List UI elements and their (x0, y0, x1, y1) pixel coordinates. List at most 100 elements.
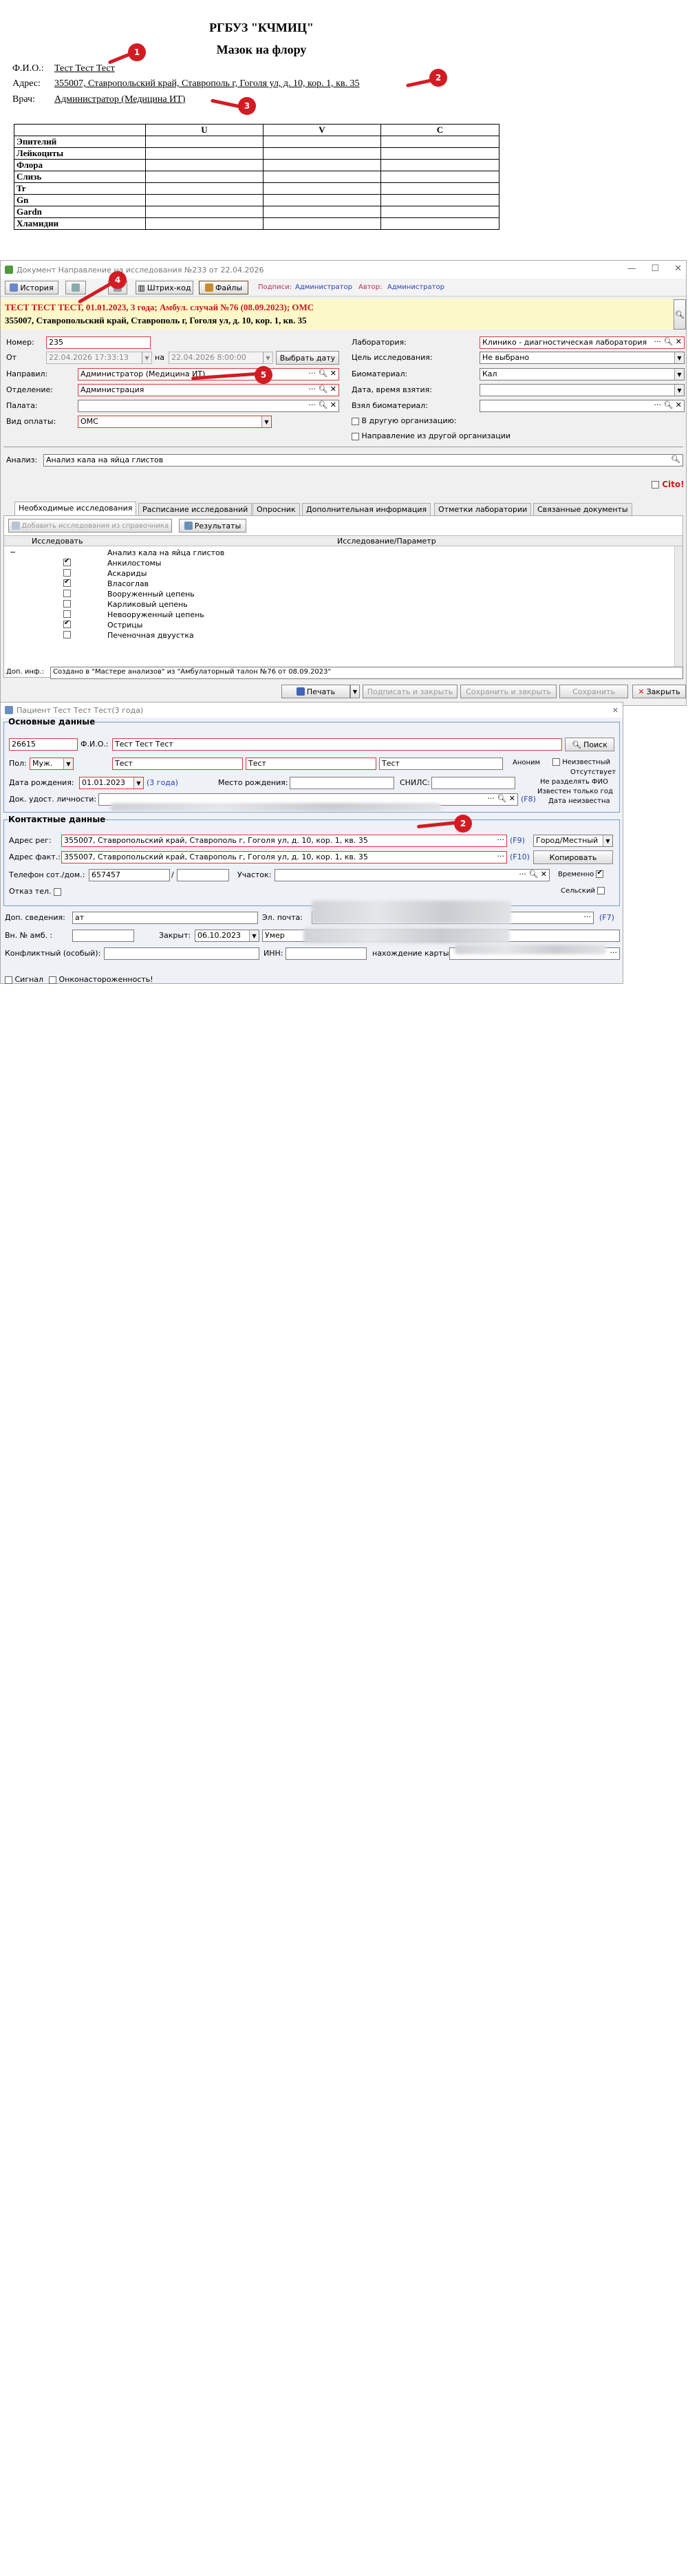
tab-schedule[interactable]: Расписание исследований (138, 503, 252, 515)
chevron-down-icon[interactable]: ▼ (674, 352, 684, 363)
inn-field[interactable] (286, 947, 367, 960)
table-row[interactable]: Власоглав (4, 578, 682, 589)
lab-field[interactable]: Клинико - диагностическая лаборатория ···… (480, 336, 685, 349)
lookup-icons[interactable]: ··· 🔍︎ ✕ (308, 369, 336, 378)
extra-field[interactable]: ат (72, 912, 258, 924)
row-checkbox[interactable] (63, 600, 71, 608)
copy-button[interactable]: Копировать (533, 850, 613, 864)
rural-checkbox[interactable]: Сельский (561, 887, 605, 895)
add-from-directory-button[interactable]: Добавить исследования из справочника (8, 519, 172, 533)
signal-checkbox[interactable]: Сигнал (5, 975, 43, 984)
files-button[interactable]: Файлы (199, 281, 248, 294)
lookup-icons[interactable]: ··· 🔍︎ ✕ (519, 870, 547, 879)
checkbox[interactable] (5, 976, 12, 984)
close-icon[interactable]: ✕ (612, 706, 619, 715)
collapse-icon[interactable]: − (10, 548, 16, 557)
table-row[interactable]: Аскариды (4, 568, 682, 579)
snils-field[interactable] (431, 777, 515, 789)
firstname-field[interactable]: Тест (246, 758, 376, 770)
lookup-icons[interactable]: ··· 🔍︎ ✕ (308, 385, 336, 394)
row-checkbox[interactable] (63, 590, 71, 597)
dept-field[interactable]: Администрация ··· 🔍︎ ✕ (78, 384, 339, 396)
row-checkbox[interactable] (63, 631, 71, 638)
unknown-checkbox[interactable]: Неизвестный (552, 758, 610, 766)
signatures-value[interactable]: Администратор (295, 283, 352, 291)
reg-address-field[interactable]: 355007, Ставропольский край, Ставрополь … (61, 835, 507, 847)
checkbox[interactable] (552, 758, 560, 766)
conflict-field[interactable] (104, 947, 259, 960)
lookup-icons[interactable]: ··· 🔍︎ ✕ (654, 337, 682, 346)
table-row[interactable]: Острицы (4, 619, 682, 630)
took-field[interactable]: ··· 🔍︎ ✕ (480, 400, 685, 412)
chevron-down-icon[interactable]: ▼ (133, 777, 143, 788)
dopinfo-field[interactable]: Создано в "Мастере анализов" из "Амбулат… (50, 667, 683, 679)
checkbox[interactable] (54, 888, 61, 896)
checkbox[interactable] (596, 869, 604, 878)
close-button[interactable]: ✕ Закрыть (632, 685, 686, 698)
more-icon[interactable]: ··· (610, 948, 618, 957)
table-row[interactable]: Невооруженный цепень (4, 610, 682, 620)
search-icon[interactable]: 🔍︎ (671, 455, 680, 464)
amb-field[interactable] (72, 930, 134, 942)
checkbox[interactable] (597, 887, 605, 894)
city-select[interactable]: Город/Местный ▼ (533, 835, 613, 847)
maximize-icon[interactable]: ☐ (651, 264, 659, 274)
other-org-checkbox[interactable]: В другую организацию: (352, 416, 456, 425)
analysis-field[interactable]: Анализ кала на яйца глистов 🔍︎ (43, 454, 683, 466)
row-checkbox[interactable] (63, 610, 71, 618)
from-other-checkbox[interactable]: Направление из другой организации (352, 431, 510, 440)
phone-field[interactable]: 657457 (89, 869, 170, 881)
chevron-down-icon[interactable]: ▼ (674, 385, 684, 396)
save-close-button[interactable]: Сохранить и закрыть (460, 685, 557, 698)
goal-select[interactable]: Не выбрано ▼ (480, 352, 685, 364)
tab-additional[interactable]: Дополнительная информация (302, 503, 431, 515)
chevron-down-icon[interactable]: ▼ (249, 930, 259, 941)
chevron-down-icon[interactable]: ▼ (63, 758, 73, 769)
history-button[interactable]: История (5, 281, 58, 294)
onco-checkbox[interactable]: Онконастороженность! (49, 975, 153, 984)
tab-questionnaire[interactable]: Опросник (252, 503, 300, 515)
lookup-icons[interactable]: ··· 🔍︎ ✕ (487, 794, 515, 803)
birth-date-field[interactable]: 01.01.2023 ▼ (79, 777, 144, 789)
checkbox[interactable] (49, 976, 56, 984)
checkbox[interactable] (352, 417, 359, 425)
barcode-button[interactable]: ▥ Штрих-код (136, 281, 193, 294)
more-icon[interactable]: ··· (584, 912, 592, 921)
birthplace-field[interactable] (290, 777, 394, 789)
checkbox[interactable] (352, 432, 359, 440)
pay-select[interactable]: ОМС ▼ (78, 416, 272, 428)
chevron-down-icon[interactable]: ▼ (674, 369, 684, 380)
fact-address-field[interactable]: 355007, Ставропольский край, Ставрополь … (61, 851, 507, 863)
chevron-down-icon[interactable]: ▼ (263, 352, 272, 363)
row-checkbox[interactable] (63, 569, 71, 577)
chevron-down-icon[interactable]: ▼ (142, 352, 151, 363)
chevron-down-icon[interactable]: ▼ (603, 835, 612, 846)
more-icon[interactable]: ··· (497, 852, 505, 861)
search-button[interactable]: 🔍︎ Поиск (565, 738, 614, 751)
row-checkbox[interactable] (63, 578, 71, 587)
more-icon[interactable]: ··· (497, 835, 505, 844)
table-row[interactable]: Анкилостомы (4, 557, 682, 568)
on-date-field[interactable]: 22.04.2026 8:00:00 ▼ (169, 352, 273, 364)
results-button[interactable]: Результаты (179, 519, 246, 533)
patient-id-field[interactable]: 26615 (9, 738, 78, 751)
tab-linked-docs[interactable]: Связанные документы (533, 503, 632, 515)
table-row[interactable]: Вооруженный цепень (4, 589, 682, 599)
temp-checkbox[interactable]: Временно (558, 869, 604, 879)
patronymic-field[interactable]: Тест (379, 758, 503, 770)
area-field[interactable]: ··· 🔍︎ ✕ (275, 869, 550, 881)
time-field[interactable]: ▼ (480, 384, 685, 396)
grid-scrollbar[interactable] (674, 546, 682, 677)
banner-search-button[interactable]: 🔍︎ (674, 299, 686, 330)
ward-field[interactable]: ··· 🔍︎ ✕ (78, 400, 339, 412)
tab-lab-marks[interactable]: Отметки лаборатории (434, 503, 532, 515)
from-date-field[interactable]: 22.04.2026 17:33:13 ▼ (46, 352, 152, 364)
print-dropdown[interactable]: ▼ (350, 685, 360, 698)
lookup-icons[interactable]: ··· 🔍︎ ✕ (308, 400, 336, 409)
lookup-icons[interactable]: ··· 🔍︎ ✕ (654, 400, 682, 409)
home-phone-field[interactable] (177, 869, 229, 881)
save-button[interactable]: Сохранить (559, 685, 628, 698)
cito-checkbox[interactable]: Cito! (652, 480, 685, 489)
fio-field[interactable]: Тест Тест Тест (112, 738, 562, 751)
sex-select[interactable]: Муж. ▼ (30, 758, 74, 770)
